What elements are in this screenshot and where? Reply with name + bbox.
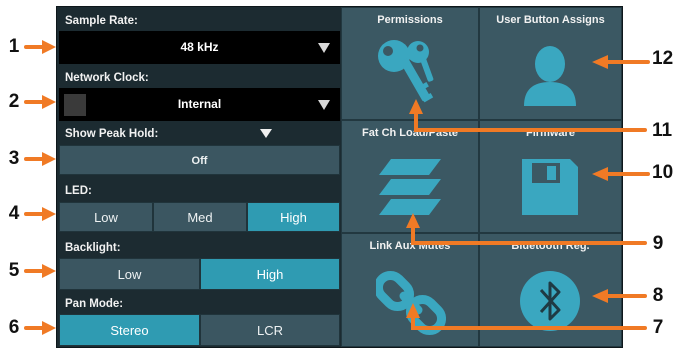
callout-arrows — [24, 40, 650, 335]
